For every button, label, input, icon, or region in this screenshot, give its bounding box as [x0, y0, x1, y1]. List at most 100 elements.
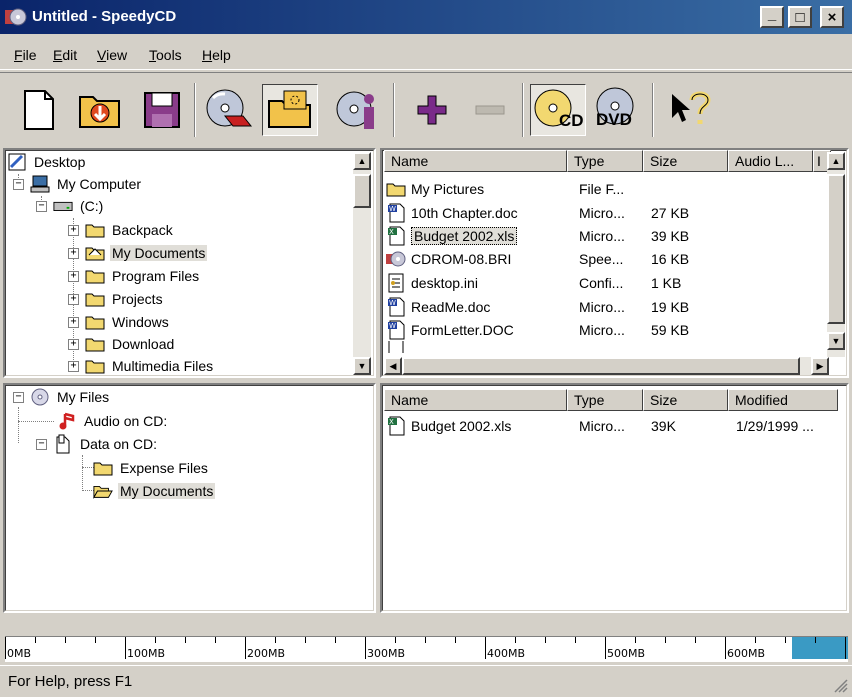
folder-icon	[386, 180, 406, 198]
collapse-toggle[interactable]: −	[13, 178, 24, 190]
source-tree-scrollbar[interactable]: ▲ ▼	[353, 152, 371, 375]
open-button[interactable]	[72, 84, 128, 136]
expand-toggle[interactable]: +	[68, 360, 79, 372]
ruler-tick	[575, 637, 576, 643]
window-title: Untitled - SpeedyCD	[32, 8, 177, 25]
tree-item-folder[interactable]: + Backpack	[68, 219, 175, 241]
column-header-name[interactable]: Name	[384, 150, 567, 172]
column-header-size[interactable]: Size	[643, 389, 728, 411]
scroll-up-button[interactable]: ▲	[353, 152, 371, 170]
collapse-toggle[interactable]: −	[36, 438, 47, 450]
scroll-left-button[interactable]: ◀	[384, 357, 402, 375]
table-row[interactable]: CDROM-08.BRI Spee... 16 KB	[386, 247, 689, 270]
minimize-button[interactable]: _	[760, 6, 784, 28]
tree-item-folder[interactable]: + Projects	[68, 288, 165, 310]
column-header-modified[interactable]: Modified	[728, 389, 838, 411]
table-row[interactable]: W ReadMe.doc Micro... 19 KB	[386, 295, 689, 318]
collapse-toggle[interactable]: −	[13, 391, 24, 403]
scroll-down-button[interactable]: ▼	[353, 357, 371, 375]
tree-item-my-computer[interactable]: − My Computer	[13, 173, 143, 195]
menu-view-label: iew	[106, 47, 128, 63]
settings-file-icon	[386, 273, 406, 292]
table-row[interactable]: X Budget 2002.xls Micro... 39 KB	[386, 224, 689, 247]
column-header-size[interactable]: Size	[643, 150, 728, 172]
source-list-vscrollbar[interactable]: ▲ ▼	[827, 152, 845, 357]
tree-item-audio-on-cd[interactable]: Audio on CD:	[57, 410, 169, 432]
expand-toggle[interactable]: +	[68, 338, 79, 350]
maximize-button[interactable]: □	[788, 6, 812, 28]
collapse-toggle[interactable]: −	[36, 200, 47, 212]
menu-tools[interactable]: Tools	[149, 47, 182, 63]
ruler-tick	[155, 637, 156, 643]
status-bar: For Help, press F1	[0, 665, 852, 697]
column-header-name[interactable]: Name	[384, 389, 567, 411]
tree-label: My Computer	[57, 176, 142, 192]
new-button[interactable]	[11, 84, 67, 136]
menu-help[interactable]: Help	[202, 47, 231, 63]
save-disk-icon	[144, 92, 180, 128]
scroll-thumb[interactable]	[827, 174, 845, 324]
menu-edit-label: dit	[62, 47, 78, 63]
disc-info-icon	[336, 91, 374, 129]
scroll-down-button[interactable]: ▼	[827, 332, 845, 350]
ruler-tick	[485, 637, 486, 659]
column-header-type[interactable]: Type	[567, 150, 643, 172]
menu-file-accel: F	[14, 47, 23, 63]
file-type: Micro...	[579, 227, 625, 244]
cd-mode-button[interactable]: CD	[530, 84, 586, 136]
table-row[interactable]: W 10th Chapter.doc Micro... 27 KB	[386, 201, 689, 224]
tree-item-folder[interactable]: + Multimedia Files	[68, 355, 215, 376]
menu-view-accel: V	[97, 47, 107, 63]
tree-item-folder[interactable]: + Program Files	[68, 265, 201, 287]
dvd-label: DVD	[596, 110, 632, 129]
maximize-icon: □	[795, 8, 805, 26]
menu-file[interactable]: File	[14, 47, 37, 63]
save-button[interactable]	[134, 84, 190, 136]
menu-edit[interactable]: Edit	[53, 47, 77, 63]
tree-item-drive-c[interactable]: − (C:)	[36, 195, 105, 217]
add-button[interactable]	[404, 84, 460, 136]
expand-toggle[interactable]: +	[68, 270, 79, 282]
table-row[interactable]: desktop.ini Confi... 1 KB	[386, 271, 681, 294]
tree-item-folder[interactable]: + My Documents	[68, 242, 208, 264]
scroll-right-button[interactable]: ▶	[811, 357, 829, 375]
table-row-partial[interactable]	[386, 341, 411, 353]
resize-grip-icon[interactable]	[834, 679, 848, 693]
expand-toggle[interactable]: +	[68, 224, 79, 236]
column-header-audio-length[interactable]: Audio L...	[728, 150, 813, 172]
title-bar[interactable]: Untitled - SpeedyCD _ □ ×	[0, 0, 852, 34]
column-header-label: Modified	[735, 392, 788, 408]
tree-item-data-on-cd[interactable]: − Data on CD:	[36, 433, 159, 455]
tree-item-folder[interactable]: My Documents	[93, 480, 216, 502]
table-row[interactable]: W FormLetter.DOC Micro... 59 KB	[386, 318, 689, 341]
table-row[interactable]: My Pictures File F...	[386, 177, 624, 200]
whats-this-button[interactable]	[662, 84, 718, 136]
arrow-down-icon: ▼	[831, 336, 841, 346]
tree-item-my-files[interactable]: − My Files	[13, 386, 111, 408]
close-button[interactable]: ×	[820, 6, 844, 28]
tree-item-folder[interactable]: Expense Files	[93, 457, 210, 479]
file-name: My Pictures	[411, 180, 485, 197]
scroll-up-button[interactable]: ▲	[827, 152, 845, 170]
tree-item-folder[interactable]: + Windows	[68, 311, 171, 333]
menu-view[interactable]: View	[97, 47, 127, 63]
scroll-thumb[interactable]	[402, 357, 800, 375]
ruler-tick	[815, 637, 816, 643]
file-name: CDROM-08.BRI	[411, 250, 512, 267]
dvd-mode-button[interactable]: DVD	[590, 84, 646, 136]
remove-button[interactable]	[462, 84, 518, 136]
tree-item-desktop[interactable]: Desktop	[7, 151, 87, 173]
ruler-tick	[275, 637, 276, 643]
expand-toggle[interactable]: +	[68, 293, 79, 305]
burn-button[interactable]	[200, 84, 256, 136]
expand-toggle[interactable]: +	[68, 316, 79, 328]
column-header-type[interactable]: Type	[567, 389, 643, 411]
computer-icon	[30, 175, 50, 193]
add-folder-button[interactable]	[262, 84, 318, 136]
expand-toggle[interactable]: +	[68, 247, 79, 259]
table-row[interactable]: X Budget 2002.xls Micro... 39K 1/29/1999…	[386, 414, 814, 437]
source-list-hscrollbar[interactable]: ◀ ▶	[384, 357, 829, 375]
tree-item-folder[interactable]: + Download	[68, 333, 176, 355]
disc-info-button[interactable]	[330, 84, 386, 136]
scroll-thumb[interactable]	[353, 174, 371, 208]
